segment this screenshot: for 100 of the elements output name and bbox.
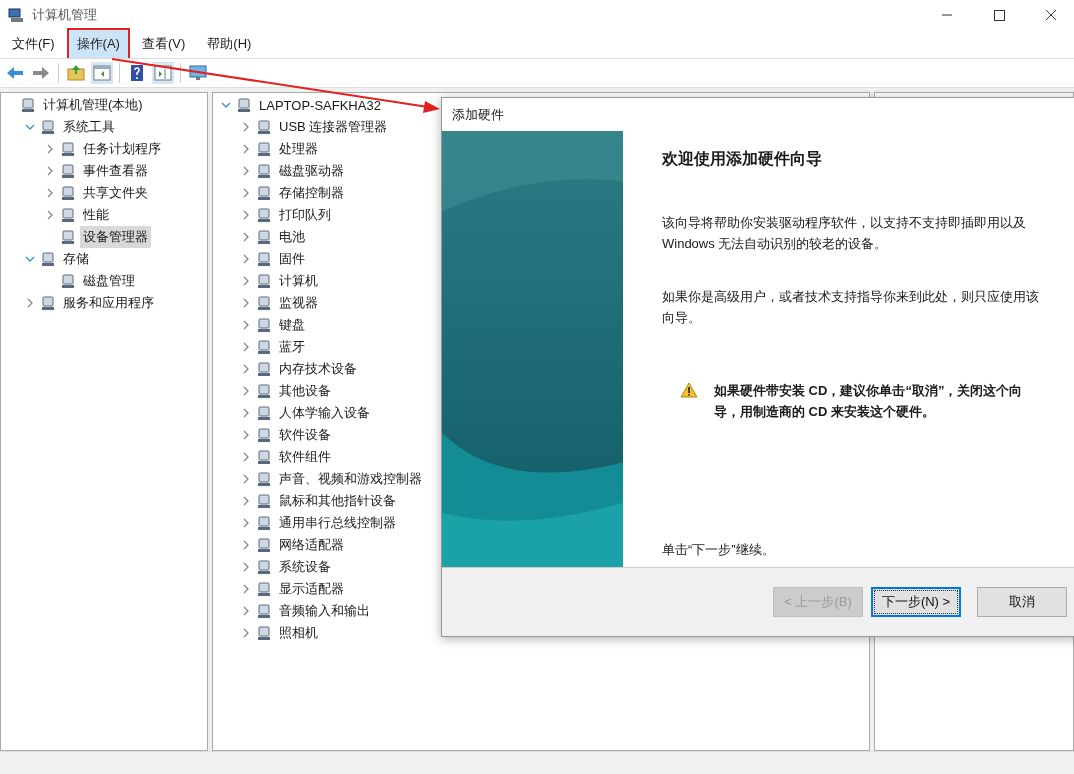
- device-icon: [256, 603, 272, 619]
- collapse-chevron-icon[interactable]: [25, 254, 35, 264]
- tree-item[interactable]: 软件组件: [276, 446, 334, 468]
- expand-chevron-icon[interactable]: [241, 496, 251, 506]
- device-icon: [256, 339, 272, 355]
- menu-item[interactable]: 操作(A): [66, 28, 130, 60]
- expand-chevron-icon[interactable]: [241, 166, 251, 176]
- tree-item[interactable]: 其他设备: [276, 380, 334, 402]
- device-icon: [40, 119, 56, 135]
- tree-item[interactable]: 网络适配器: [276, 534, 347, 556]
- expand-chevron-icon[interactable]: [45, 144, 55, 154]
- action-pane-icon[interactable]: [152, 62, 174, 84]
- tree-item[interactable]: 磁盘管理: [80, 270, 138, 292]
- expand-chevron-icon[interactable]: [241, 474, 251, 484]
- tree-item[interactable]: 显示适配器: [276, 578, 347, 600]
- expand-chevron-icon[interactable]: [241, 540, 251, 550]
- tree-item[interactable]: 性能: [80, 204, 112, 226]
- wizard-paragraph: 该向导将帮助你安装驱动程序软件，以支持不支持即插即用以及 Windows 无法自动识别的较老的设备。: [662, 214, 1027, 253]
- expand-chevron-icon[interactable]: [241, 430, 251, 440]
- expand-chevron-icon[interactable]: [241, 562, 251, 572]
- expand-chevron-icon[interactable]: [241, 144, 251, 154]
- tree-item[interactable]: 事件查看器: [80, 160, 151, 182]
- expand-chevron-icon[interactable]: [241, 254, 251, 264]
- tree-item[interactable]: 软件设备: [276, 424, 334, 446]
- expand-chevron-icon[interactable]: [241, 408, 251, 418]
- wizard-button[interactable]: 下一步(N) >: [871, 587, 961, 617]
- expand-chevron-icon[interactable]: [45, 188, 55, 198]
- tree-item[interactable]: 存储控制器: [276, 182, 347, 204]
- expand-chevron-icon[interactable]: [241, 386, 251, 396]
- tree-item[interactable]: 磁盘驱动器: [276, 160, 347, 182]
- expand-chevron-icon[interactable]: [25, 298, 35, 308]
- tree-item[interactable]: 系统工具: [60, 116, 118, 138]
- collapse-chevron-icon[interactable]: [221, 100, 231, 110]
- expand-chevron-icon[interactable]: [241, 276, 251, 286]
- expand-chevron-icon[interactable]: [241, 298, 251, 308]
- device-icon: [256, 229, 272, 245]
- tree-item[interactable]: 系统设备: [276, 556, 334, 578]
- tree-item[interactable]: 人体学输入设备: [276, 402, 373, 424]
- expand-chevron-icon[interactable]: [241, 518, 251, 528]
- tree-item[interactable]: 计算机: [276, 270, 321, 292]
- expand-chevron-icon[interactable]: [241, 628, 251, 638]
- expand-chevron-icon[interactable]: [45, 166, 55, 176]
- tree-item[interactable]: 存储: [60, 248, 92, 270]
- tree-item[interactable]: 监视器: [276, 292, 321, 314]
- wizard-button[interactable]: 取消: [977, 587, 1067, 617]
- tree-item[interactable]: 设备管理器: [80, 226, 151, 248]
- console-tree-icon[interactable]: [91, 62, 113, 84]
- expand-chevron-icon[interactable]: [241, 320, 251, 330]
- tree-item[interactable]: 蓝牙: [276, 336, 308, 358]
- device-icon: [256, 361, 272, 377]
- device-icon: [236, 97, 252, 113]
- device-icon: [256, 141, 272, 157]
- device-icon: [60, 141, 76, 157]
- tree-item[interactable]: 电池: [276, 226, 308, 248]
- device-icon: [256, 251, 272, 267]
- expand-chevron-icon[interactable]: [241, 232, 251, 242]
- expand-chevron-icon[interactable]: [241, 606, 251, 616]
- expand-chevron-icon[interactable]: [241, 584, 251, 594]
- tree-item[interactable]: 鼠标和其他指针设备: [276, 490, 399, 512]
- tree-item[interactable]: 任务计划程序: [80, 138, 164, 160]
- device-icon: [256, 383, 272, 399]
- device-icon: [60, 273, 76, 289]
- device-icon: [60, 207, 76, 223]
- device-icon: [256, 559, 272, 575]
- expand-chevron-icon[interactable]: [241, 188, 251, 198]
- tree-item[interactable]: 声音、视频和游戏控制器: [276, 468, 425, 490]
- menu-item[interactable]: 查看(V): [131, 28, 196, 60]
- device-icon: [40, 251, 56, 267]
- tree-item[interactable]: 处理器: [276, 138, 321, 160]
- wizard-paragraph: 如果你是高级用户，或者技术支持指导你来到此处，则只应使用该向导。: [662, 288, 1040, 327]
- collapse-chevron-icon[interactable]: [25, 122, 35, 132]
- tree-item[interactable]: 通用串行总线控制器: [276, 512, 399, 534]
- tree-item[interactable]: 打印队列: [276, 204, 334, 226]
- device-icon: [256, 405, 272, 421]
- device-icon: [40, 295, 56, 311]
- expand-chevron-icon[interactable]: [241, 122, 251, 132]
- tree-item[interactable]: 固件: [276, 248, 308, 270]
- expand-chevron-icon[interactable]: [241, 342, 251, 352]
- expand-chevron-icon[interactable]: [241, 364, 251, 374]
- tree-item[interactable]: 键盘: [276, 314, 308, 336]
- device-icon: [256, 273, 272, 289]
- tree-item[interactable]: 内存技术设备: [276, 358, 360, 380]
- tree-item[interactable]: 服务和应用程序: [60, 292, 157, 314]
- device-icon: [256, 207, 272, 223]
- tree-item[interactable]: LAPTOP-SAFKHA32: [256, 95, 384, 115]
- device-icon: [60, 229, 76, 245]
- device-icon: [256, 163, 272, 179]
- tree-item[interactable]: 照相机: [276, 622, 321, 644]
- menu-item[interactable]: 帮助(H): [197, 28, 262, 60]
- expand-chevron-icon[interactable]: [241, 210, 251, 220]
- tree-item[interactable]: USB 连接器管理器: [276, 116, 391, 138]
- expand-chevron-icon[interactable]: [45, 210, 55, 220]
- dialog-title: 添加硬件: [452, 105, 504, 124]
- wizard-heading: 欢迎使用添加硬件向导: [662, 149, 823, 169]
- tree-item[interactable]: 音频输入和输出: [276, 600, 373, 622]
- menu-item[interactable]: 文件(F): [2, 28, 65, 60]
- expand-chevron-icon[interactable]: [241, 452, 251, 462]
- device-icon: [256, 119, 272, 135]
- tree-item[interactable]: 计算机管理(本地): [40, 94, 146, 116]
- tree-item[interactable]: 共享文件夹: [80, 182, 151, 204]
